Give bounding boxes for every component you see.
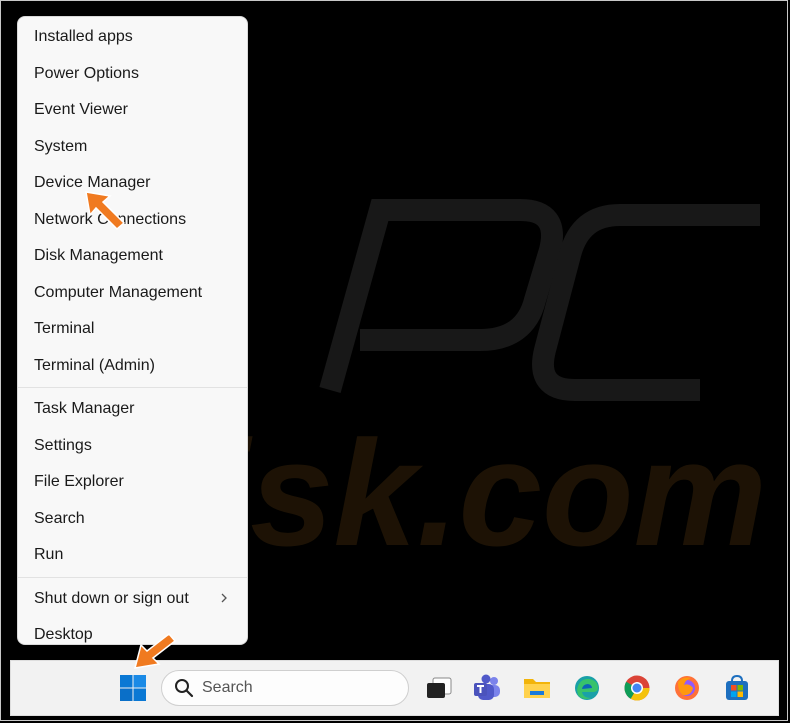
menu-item-label: File Explorer [34,473,124,491]
file-explorer-button[interactable] [517,661,557,715]
menu-item-label: Event Viewer [34,101,128,119]
menu-item-run[interactable]: Run [18,537,247,574]
menu-item-computer-management[interactable]: Computer Management [18,275,247,312]
task-view-icon [427,677,452,698]
menu-item-device-manager[interactable]: Device Manager [18,165,247,202]
menu-item-label: Computer Management [34,283,203,301]
menu-separator [18,576,247,578]
search-icon [175,679,194,698]
teams-icon [474,674,500,700]
winx-context-menu: Installed apps Power Options Event Viewe… [17,16,248,645]
menu-item-label: Search [34,509,85,527]
menu-item-label: Disk Management [34,247,163,265]
search-placeholder: Search [202,679,253,696]
task-view-button[interactable] [419,661,459,715]
menu-item-label: Installed apps [34,28,133,46]
microsoft-store-icon [726,674,748,700]
menu-item-label: Task Manager [34,400,135,418]
menu-group-power: Shut down or sign out Desktop [18,581,247,654]
menu-item-installed-apps[interactable]: Installed apps [18,19,247,56]
menu-item-label: Terminal [34,320,95,338]
edge-button[interactable] [567,661,607,715]
chrome-icon [624,675,650,701]
menu-item-shut-down-or-sign-out[interactable]: Shut down or sign out [18,581,247,618]
microsoft-store-button[interactable] [717,661,757,715]
menu-item-event-viewer[interactable]: Event Viewer [18,92,247,129]
firefox-icon [675,676,699,700]
menu-item-label: Terminal (Admin) [34,356,155,374]
menu-item-network-connections[interactable]: Network Connections [18,202,247,239]
firefox-button[interactable] [667,661,707,715]
menu-item-desktop[interactable]: Desktop [18,617,247,654]
menu-item-terminal-admin[interactable]: Terminal (Admin) [18,348,247,385]
menu-item-file-explorer[interactable]: File Explorer [18,464,247,501]
menu-item-label: Shut down or sign out [34,589,189,607]
start-button[interactable] [111,661,155,715]
menu-item-search[interactable]: Search [18,501,247,538]
menu-item-label: Settings [34,436,92,454]
windows-start-icon [120,675,146,701]
taskbar: Search [10,660,779,716]
teams-button[interactable] [467,661,507,715]
taskbar-search-box[interactable]: Search [161,670,409,706]
menu-item-label: System [34,137,88,155]
menu-item-label: Power Options [34,64,139,82]
menu-item-power-options[interactable]: Power Options [18,56,247,93]
menu-item-disk-management[interactable]: Disk Management [18,238,247,275]
edge-icon [575,676,599,700]
menu-separator [18,387,247,388]
menu-item-label: Device Manager [34,174,151,192]
menu-group-apps: Task Manager Settings File Explorer Sear… [18,391,247,574]
menu-group-admin-tools: Installed apps Power Options Event Viewe… [18,19,247,384]
menu-item-label: Run [34,546,64,564]
menu-item-settings[interactable]: Settings [18,428,247,465]
menu-item-label: Desktop [34,626,93,644]
menu-item-system[interactable]: System [18,129,247,166]
chrome-button[interactable] [617,661,657,715]
file-explorer-icon [524,679,550,698]
menu-item-terminal[interactable]: Terminal [18,311,247,348]
menu-item-label: Network Connections [34,210,187,228]
menu-item-task-manager[interactable]: Task Manager [18,391,247,428]
chevron-right-icon [221,593,227,602]
